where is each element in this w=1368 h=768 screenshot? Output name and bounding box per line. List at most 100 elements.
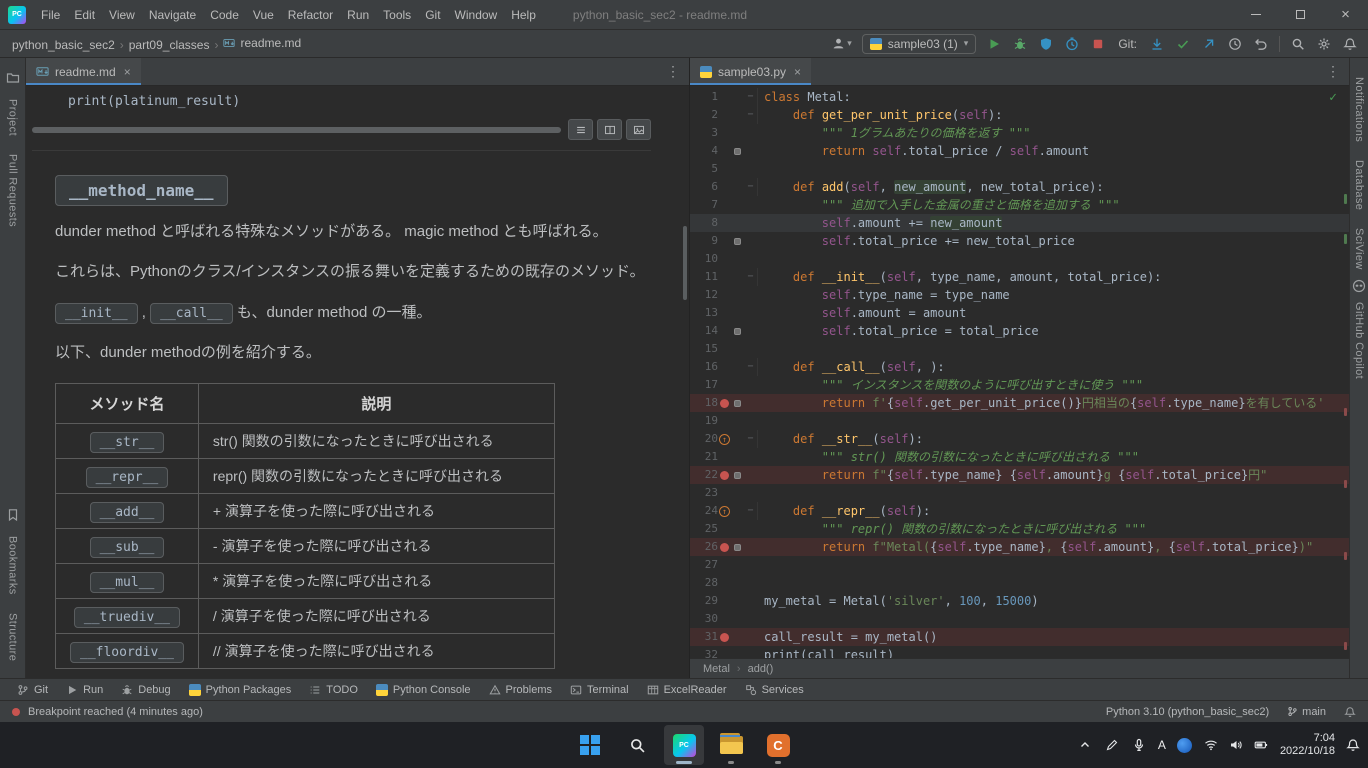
stop-icon[interactable] [1090,36,1106,52]
code-line-20[interactable]: 20↑− def __str__(self): [690,430,1349,448]
menu-window[interactable]: Window [448,8,505,22]
line-number[interactable]: 3 [690,124,718,142]
line-number[interactable]: 9 [690,232,718,250]
stripe-item-sciview[interactable]: SciView [1353,228,1365,270]
code-line-26[interactable]: 26 return f"Metal({self.type_name}, {sel… [690,538,1349,556]
line-number[interactable]: 10 [690,250,718,268]
menu-vue[interactable]: Vue [246,8,281,22]
menu-navigate[interactable]: Navigate [142,8,203,22]
pycharm-app-button[interactable]: PC [664,725,704,765]
stripe-item-database[interactable]: Database [1353,160,1365,210]
menu-refactor[interactable]: Refactor [281,8,340,22]
git-push-icon[interactable] [1201,36,1217,52]
bell-icon[interactable] [1344,706,1356,718]
fold-marker[interactable]: − [744,178,758,196]
fold-marker[interactable]: − [744,88,758,106]
menu-edit[interactable]: Edit [67,8,102,22]
taskbar-search-button[interactable] [617,725,657,765]
fold-marker[interactable]: − [744,358,758,376]
error-stripe-mark[interactable] [1344,234,1347,244]
search-icon[interactable] [1290,36,1306,52]
code-line-13[interactable]: 13 self.amount = amount [690,304,1349,322]
run-configuration-select[interactable]: sample03 (1) ▾ [862,34,977,54]
menu-view[interactable]: View [102,8,142,22]
pen-icon[interactable] [1104,737,1120,753]
project-folder-icon[interactable] [6,71,20,85]
settings-icon[interactable] [1316,36,1332,52]
line-number[interactable]: 8 [690,214,718,232]
menu-run[interactable]: Run [340,8,376,22]
fold-marker[interactable]: − [744,106,758,124]
breadcrumb-item-part09-classes[interactable]: part09_classes [127,38,212,52]
line-number[interactable]: 22 [690,466,718,484]
volume-icon[interactable] [1228,737,1244,753]
explorer-app-button[interactable] [711,725,751,765]
code-line-18[interactable]: 18 return f'{self.get_per_unit_price()}円… [690,394,1349,412]
code-line-22[interactable]: 22 return f"{self.type_name} {self.amoun… [690,466,1349,484]
line-number[interactable]: 27 [690,556,718,574]
split-view-button[interactable] [597,119,622,140]
error-stripe-mark[interactable] [1344,194,1347,204]
mic-icon[interactable] [1131,737,1147,753]
line-number[interactable]: 2 [690,106,718,124]
code-line-29[interactable]: 29my_metal = Metal('silver', 100, 15000) [690,592,1349,610]
bookmark-icon[interactable] [6,508,20,522]
minimize-button[interactable] [1233,0,1278,29]
stripe-item-notifications[interactable]: Notifications [1353,77,1365,142]
notification-bell-icon[interactable] [1346,738,1360,752]
start-button[interactable] [570,725,610,765]
horizontal-scrollbar[interactable] [32,127,561,133]
editor-view-button[interactable] [568,119,593,140]
line-number[interactable]: 18 [690,394,718,412]
breadcrumb-item-readme-md[interactable]: readme.md [221,36,303,50]
code-line-9[interactable]: 9 self.total_price += new_total_price [690,232,1349,250]
git-commit-icon[interactable] [1175,36,1191,52]
taskbar-clock[interactable]: 7:04 2022/10/18 [1280,732,1335,758]
code-line-27[interactable]: 27 [690,556,1349,574]
code-line-7[interactable]: 7 """ 追加で入手した金属の重さと価格を追加する """ [690,196,1349,214]
code-line-30[interactable]: 30 [690,610,1349,628]
code-line-31[interactable]: 31call_result = my_metal() [690,628,1349,646]
error-stripe-mark[interactable] [1344,408,1347,416]
line-number[interactable]: 32 [690,646,718,658]
stripe-item-github-copilot[interactable]: GitHub Copilot [1353,302,1365,379]
fold-marker[interactable]: − [744,502,758,520]
line-number[interactable]: 5 [690,160,718,178]
error-stripe-mark[interactable] [1344,480,1347,488]
c-app-button[interactable]: C [758,725,798,765]
tool-window-button-debug[interactable]: Debug [112,679,179,700]
line-number[interactable]: 19 [690,412,718,430]
wifi-icon[interactable] [1203,737,1219,753]
code-line-1[interactable]: 1−class Metal: [690,88,1349,106]
line-number[interactable]: 12 [690,286,718,304]
line-number[interactable]: 15 [690,340,718,358]
breakpoint-icon[interactable] [720,543,729,552]
line-number[interactable]: 16 [690,358,718,376]
code-line-24[interactable]: 24↑− def __repr__(self): [690,502,1349,520]
menu-code[interactable]: Code [203,8,246,22]
code-line-14[interactable]: 14 self.total_price = total_price [690,322,1349,340]
line-number[interactable]: 23 [690,484,718,502]
ime-indicator[interactable]: A [1158,738,1166,752]
code-line-32[interactable]: 32print(call_result) [690,646,1349,658]
line-number[interactable]: 25 [690,520,718,538]
line-number[interactable]: 21 [690,448,718,466]
breakpoint-icon[interactable] [720,471,729,480]
more-options-icon[interactable]: ⋮ [657,63,689,80]
tool-window-button-todo[interactable]: TODO [300,679,367,700]
menu-tools[interactable]: Tools [376,8,418,22]
line-number[interactable]: 17 [690,376,718,394]
menu-file[interactable]: File [34,8,67,22]
code-line-10[interactable]: 10 [690,250,1349,268]
stripe-item-structure[interactable]: Structure [7,613,19,661]
override-marker-icon[interactable]: ↑ [719,506,730,517]
code-line-25[interactable]: 25 """ repr() 関数の引数になったときに呼び出される """ [690,520,1349,538]
user-account-button[interactable]: ▾ [832,37,852,50]
override-marker-icon[interactable]: ↑ [719,434,730,445]
chevron-up-icon[interactable] [1077,737,1093,753]
line-number[interactable]: 20 [690,430,718,448]
line-number[interactable]: 28 [690,574,718,592]
code-line-23[interactable]: 23 [690,484,1349,502]
fold-marker[interactable]: − [744,268,758,286]
history-icon[interactable] [1227,36,1243,52]
